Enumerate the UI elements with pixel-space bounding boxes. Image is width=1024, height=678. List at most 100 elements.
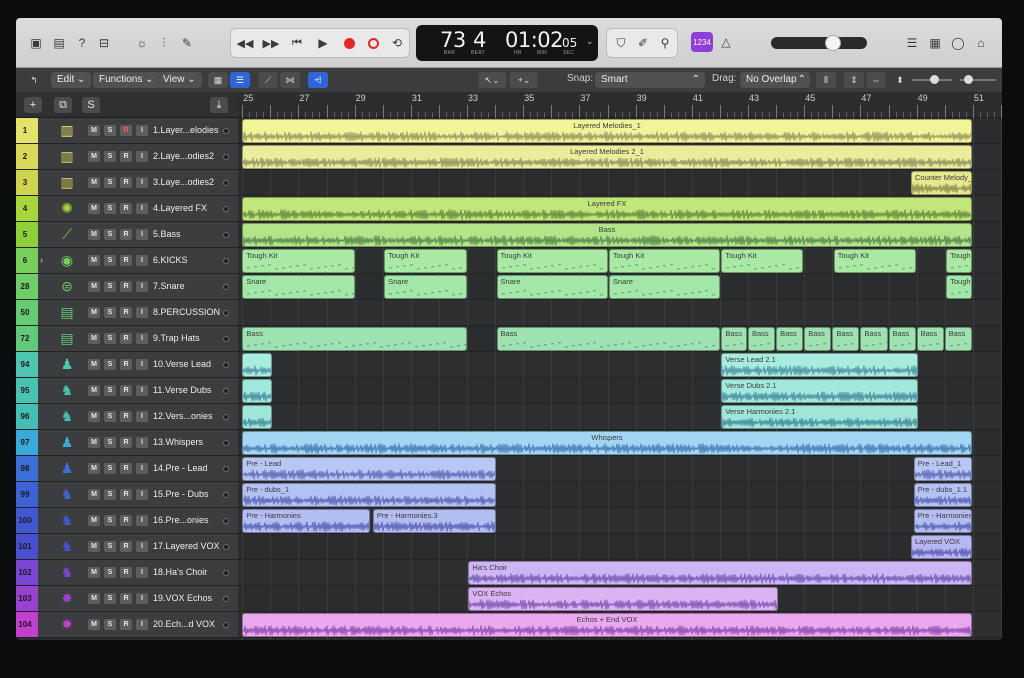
audio-region[interactable]: Pre - Harmonies.3 — [372, 509, 496, 533]
track-header[interactable]: 103 ✸ M S R I 19.VOX Echos — [16, 586, 238, 612]
track-m-button[interactable]: M — [88, 281, 100, 292]
audio-region[interactable]: Layered VOX — [910, 535, 972, 559]
track-header[interactable]: 4 ✺ M S R I 4.Layered FX — [16, 196, 238, 222]
count-in-button[interactable]: 1234 — [691, 32, 713, 52]
tuner-icon[interactable]: ⛉ — [613, 35, 629, 51]
track-header[interactable]: 96 ♞ M S R I 12.Vers...onies — [16, 404, 238, 430]
audio-region[interactable]: Pre - Lead_1 — [913, 457, 972, 481]
back-arrow-icon[interactable]: ↰ — [24, 72, 44, 88]
midi-region[interactable]: Tough Kit — [721, 249, 804, 273]
toolbar-toggle-icon[interactable]: ⊟ — [96, 35, 112, 51]
midi-region[interactable]: Bass — [804, 327, 832, 351]
track-s-button[interactable]: S — [104, 333, 116, 344]
track-header[interactable]: 2 ▥ M S R I 2.Laye...odies2 — [16, 144, 238, 170]
audio-region[interactable]: Counter Melody_2 — [910, 171, 972, 195]
track-i-button[interactable]: I — [136, 307, 148, 318]
track-header[interactable]: 3 ▥ M S R I 3.Laye...odies2 — [16, 170, 238, 196]
metronome-brush-icon[interactable]: ✐ — [635, 35, 651, 51]
track-i-button[interactable]: I — [136, 437, 148, 448]
track-s-button[interactable]: S — [104, 541, 116, 552]
track-m-button[interactable]: M — [88, 593, 100, 604]
pencil-tool-icon[interactable]: +⌄ — [510, 72, 538, 88]
track-m-button[interactable]: M — [88, 125, 100, 136]
midi-region[interactable]: Tough Kit — [496, 249, 608, 273]
play-icon[interactable]: ▶ — [315, 35, 331, 51]
track-header[interactable]: 28 ⊜ M S R I 7.Snare — [16, 274, 238, 300]
loop-browser-icon[interactable]: ◯ — [950, 35, 966, 51]
editors-icon[interactable]: ✎ — [179, 35, 195, 51]
mixer-icon[interactable]: ⫶ — [156, 35, 172, 51]
browser-icon[interactable]: ⌂ — [973, 35, 989, 51]
audio-region[interactable]: Echos + End VOX — [242, 613, 972, 637]
track-r-button[interactable]: R — [120, 125, 132, 136]
lcd-display[interactable]: 73 4 BAR BEAT 01:02 05 HR MIN SEC ⌄ — [416, 25, 598, 61]
audio-region[interactable]: Ha's Choir — [468, 561, 972, 585]
track-i-button[interactable]: I — [136, 489, 148, 500]
track-header[interactable]: 95 ♞ M S R I 11.Verse Dubs — [16, 378, 238, 404]
track-s-button[interactable]: S — [104, 593, 116, 604]
track-m-button[interactable]: M — [88, 307, 100, 318]
inspector-icon[interactable]: ▤ — [51, 35, 67, 51]
track-r-button[interactable]: R — [120, 489, 132, 500]
horizontal-zoom-icon[interactable]: ⇔ — [866, 72, 886, 88]
midi-region[interactable]: Snare — [496, 275, 608, 299]
grid-view-icon[interactable]: ▦ — [208, 72, 228, 88]
automation-icon[interactable]: ⟋ — [258, 72, 278, 88]
replace-record-icon[interactable] — [365, 35, 381, 51]
track-i-button[interactable]: I — [136, 567, 148, 578]
audio-region[interactable]: Pre - dubs_1 — [242, 483, 496, 507]
midi-region[interactable]: Tough Kit — [242, 249, 355, 273]
track-r-button[interactable]: R — [120, 281, 132, 292]
track-m-button[interactable]: M — [88, 229, 100, 240]
track-i-button[interactable]: I — [136, 255, 148, 266]
track-r-button[interactable]: R — [120, 593, 132, 604]
vertical-zoom-slider-icon[interactable]: ⬍ — [890, 72, 910, 88]
track-m-button[interactable]: M — [88, 489, 100, 500]
track-i-button[interactable]: I — [136, 463, 148, 474]
track-m-button[interactable]: M — [88, 385, 100, 396]
record-icon[interactable] — [341, 35, 357, 51]
track-m-button[interactable]: M — [88, 463, 100, 474]
midi-region[interactable]: Bass — [242, 327, 468, 351]
track-s-button[interactable]: S — [104, 515, 116, 526]
edit-menu[interactable]: Edit ⌄ — [51, 72, 92, 88]
track-i-button[interactable]: I — [136, 619, 148, 630]
audio-region[interactable]: Bass — [242, 223, 972, 247]
duplicate-track-button[interactable]: ⧉ — [54, 97, 72, 113]
audio-region[interactable]: Pre - Harmonies — [242, 509, 371, 533]
horizontal-zoom-slider[interactable] — [960, 75, 996, 84]
track-m-button[interactable]: M — [88, 177, 100, 188]
audio-region[interactable]: Pre - Lead — [242, 457, 496, 481]
track-r-button[interactable]: R — [120, 307, 132, 318]
track-lane[interactable] — [238, 300, 1002, 326]
track-header[interactable]: 97 ♟ M S R I 13.Whispers — [16, 430, 238, 456]
midi-region[interactable]: Bass — [860, 327, 888, 351]
track-header[interactable]: 6 › ◉ M S R I 6.KICKS — [16, 248, 238, 274]
track-header[interactable]: 104 ✸ M S R I 20.Ech...d VOX — [16, 612, 238, 638]
track-i-button[interactable]: I — [136, 385, 148, 396]
track-i-button[interactable]: I — [136, 177, 148, 188]
midi-region[interactable]: Bass — [496, 327, 721, 351]
track-r-button[interactable]: R — [120, 463, 132, 474]
track-s-button[interactable]: S — [104, 125, 116, 136]
midi-region[interactable]: Snare — [384, 275, 468, 299]
track-r-button[interactable]: R — [120, 359, 132, 370]
track-s-button[interactable]: S — [104, 307, 116, 318]
track-m-button[interactable]: M — [88, 619, 100, 630]
track-r-button[interactable]: R — [120, 203, 132, 214]
track-i-button[interactable]: I — [136, 515, 148, 526]
midi-region[interactable]: Bass — [916, 327, 944, 351]
catch-content-button[interactable]: ⤓ — [210, 97, 228, 113]
track-s-button[interactable]: S — [104, 489, 116, 500]
midi-region[interactable]: Bass — [832, 327, 860, 351]
track-r-button[interactable]: R — [120, 619, 132, 630]
audio-region[interactable]: Pre - dubs_1.1 — [913, 483, 972, 507]
cycle-icon[interactable]: ⟲ — [389, 35, 405, 51]
audio-region[interactable]: Verse Dubs 2.1 — [721, 379, 919, 403]
track-header[interactable]: 5 ⟋ M S R I 5.Bass — [16, 222, 238, 248]
track-s-button[interactable]: S — [104, 619, 116, 630]
quick-help-icon[interactable]: ? — [74, 35, 90, 51]
arrange-area[interactable]: Layered Melodies_1 Layered Melodies 2_1 Co… — [238, 118, 1002, 640]
track-header[interactable]: 102 ♞ M S R I 18.Ha's Choir — [16, 560, 238, 586]
track-m-button[interactable]: M — [88, 567, 100, 578]
